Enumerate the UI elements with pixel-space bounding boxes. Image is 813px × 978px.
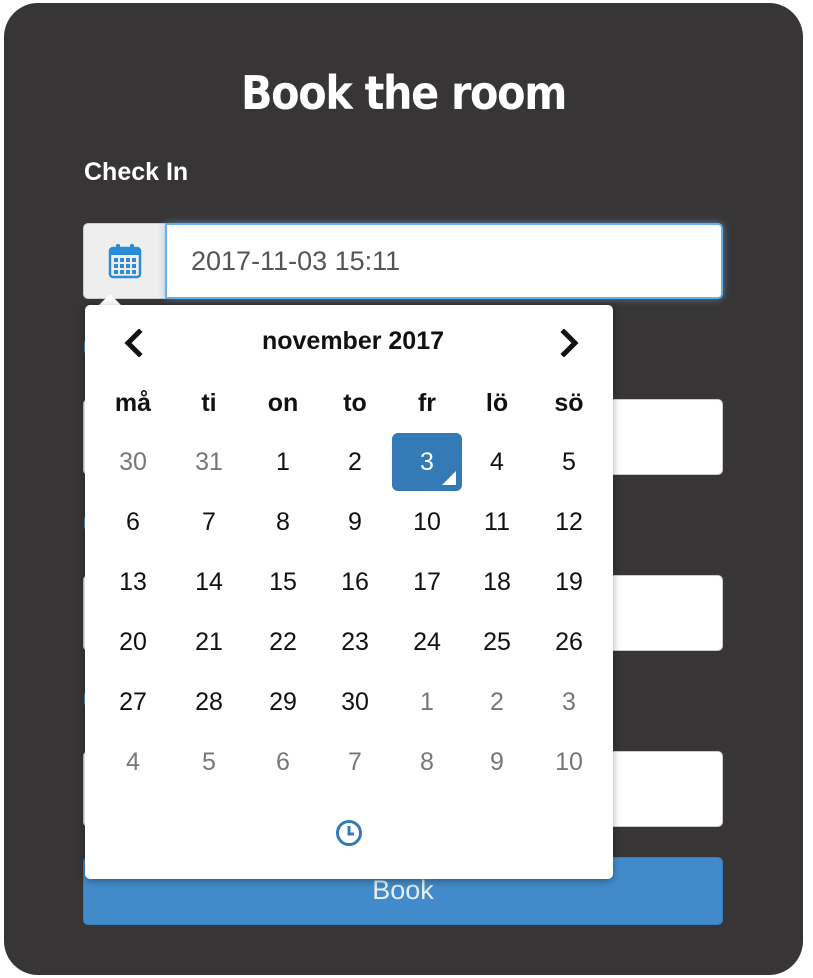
day-cell[interactable]: 21 bbox=[174, 613, 244, 671]
day-cell[interactable]: 27 bbox=[98, 673, 168, 731]
day-cell[interactable]: 5 bbox=[534, 433, 604, 491]
day-cell[interactable]: 8 bbox=[248, 493, 318, 551]
check-in-input[interactable] bbox=[165, 223, 723, 299]
day-cell[interactable]: 18 bbox=[462, 553, 532, 611]
day-cell[interactable]: 10 bbox=[534, 733, 604, 791]
calendar-addon-button[interactable] bbox=[83, 223, 165, 299]
day-cell[interactable]: 30 bbox=[98, 433, 168, 491]
day-cell[interactable]: 14 bbox=[174, 553, 244, 611]
datetime-picker: november 2017 må ti on to fr lö sö 30 31 1 2 3 4 5 6 7… bbox=[85, 305, 613, 879]
prev-month-button[interactable] bbox=[113, 323, 153, 363]
weekday-label: må bbox=[114, 389, 152, 417]
day-cell[interactable]: 2 bbox=[320, 433, 390, 491]
day-cell[interactable]: 10 bbox=[392, 493, 462, 551]
day-cell[interactable]: 4 bbox=[462, 433, 532, 491]
weekday-label: fr bbox=[417, 389, 437, 417]
day-cell[interactable]: 13 bbox=[98, 553, 168, 611]
day-cell[interactable]: 1 bbox=[392, 673, 462, 731]
weekday-label: on bbox=[267, 389, 299, 417]
day-cell[interactable]: 12 bbox=[534, 493, 604, 551]
day-cell[interactable]: 31 bbox=[174, 433, 244, 491]
check-in-input-group bbox=[83, 223, 723, 299]
day-cell[interactable]: 25 bbox=[462, 613, 532, 671]
day-cell[interactable]: 5 bbox=[174, 733, 244, 791]
day-cell[interactable]: 30 bbox=[320, 673, 390, 731]
weekday-label: to bbox=[343, 389, 367, 417]
page-title: Book the room bbox=[240, 66, 567, 120]
clock-icon bbox=[336, 820, 362, 846]
check-in-label: Check In bbox=[84, 158, 189, 186]
chevron-left-icon bbox=[124, 329, 143, 357]
day-cell[interactable]: 15 bbox=[248, 553, 318, 611]
weekday-label: ti bbox=[201, 389, 217, 417]
day-cell-selected[interactable]: 3 bbox=[392, 433, 462, 491]
day-cell[interactable]: 19 bbox=[534, 553, 604, 611]
day-cell[interactable]: 29 bbox=[248, 673, 318, 731]
weekday-label: lö bbox=[485, 389, 509, 417]
day-cell[interactable]: 7 bbox=[320, 733, 390, 791]
day-cell[interactable]: 24 bbox=[392, 613, 462, 671]
day-cell[interactable]: 9 bbox=[320, 493, 390, 551]
day-cell[interactable]: 6 bbox=[248, 733, 318, 791]
day-cell[interactable]: 17 bbox=[392, 553, 462, 611]
weekday-label: sö bbox=[554, 389, 584, 417]
day-cell[interactable]: 7 bbox=[174, 493, 244, 551]
day-cell[interactable]: 11 bbox=[462, 493, 532, 551]
day-cell[interactable]: 6 bbox=[98, 493, 168, 551]
day-cell[interactable]: 23 bbox=[320, 613, 390, 671]
day-cell[interactable]: 20 bbox=[98, 613, 168, 671]
day-cell[interactable]: 9 bbox=[462, 733, 532, 791]
day-cell[interactable]: 2 bbox=[462, 673, 532, 731]
day-cell[interactable]: 28 bbox=[174, 673, 244, 731]
day-cell[interactable]: 1 bbox=[248, 433, 318, 491]
chevron-right-icon bbox=[560, 329, 579, 357]
month-year-switch[interactable]: november 2017 bbox=[185, 327, 521, 356]
day-cell[interactable]: 22 bbox=[248, 613, 318, 671]
day-cell[interactable]: 26 bbox=[534, 613, 604, 671]
calendar-icon bbox=[108, 244, 141, 279]
day-cell[interactable]: 4 bbox=[98, 733, 168, 791]
next-month-button[interactable] bbox=[550, 323, 590, 363]
day-cell[interactable]: 3 bbox=[534, 673, 604, 731]
time-toggle-button[interactable] bbox=[333, 817, 365, 849]
day-cell[interactable]: 16 bbox=[320, 553, 390, 611]
day-cell[interactable]: 8 bbox=[392, 733, 462, 791]
